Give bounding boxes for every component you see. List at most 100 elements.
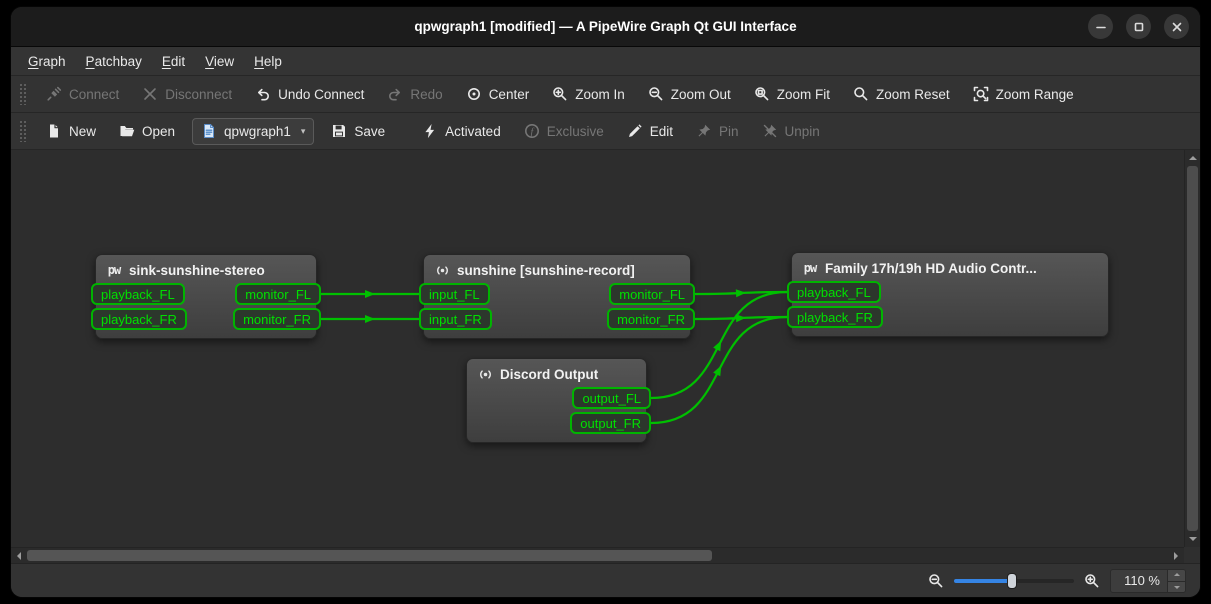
wire[interactable] xyxy=(695,317,787,319)
scroll-down-button[interactable] xyxy=(1185,531,1200,547)
port-monitor_FL[interactable]: monitor_FL xyxy=(609,283,695,305)
node-sunshine[interactable]: sunshine [sunshine-record]input_FLmonito… xyxy=(423,254,691,339)
toolbar-drag-handle[interactable] xyxy=(19,83,27,105)
combo-profile[interactable]: qpwgraph1▾ xyxy=(192,118,314,145)
zoom-fit-icon xyxy=(754,86,770,102)
port-output_FL[interactable]: output_FL xyxy=(572,387,651,409)
toolbar-button-label: Zoom Range xyxy=(996,87,1074,102)
pin-icon xyxy=(696,123,712,139)
toolbar-button-undo-connect[interactable]: Undo Connect xyxy=(245,80,374,109)
horizontal-scroll-thumb[interactable] xyxy=(27,550,712,561)
toolbar-button-label: Pin xyxy=(719,124,739,139)
open-icon xyxy=(119,123,135,139)
port-playback_FL[interactable]: playback_FL xyxy=(91,283,185,305)
vertical-scroll-thumb[interactable] xyxy=(1187,166,1198,531)
wire-arrow-icon xyxy=(713,366,721,377)
horizontal-scrollbar[interactable] xyxy=(11,547,1184,563)
zoom-in-icon[interactable] xyxy=(1084,573,1100,589)
scrollbar-corner xyxy=(1184,547,1200,563)
toolbar-button-pin[interactable]: Pin xyxy=(686,117,749,146)
zoom-spin-down-button[interactable] xyxy=(1168,581,1185,592)
node-header: pw Family 17h/19h HD Audio Contr... xyxy=(792,258,1108,281)
menu-help[interactable]: Help xyxy=(245,50,291,73)
port-input_FL[interactable]: input_FL xyxy=(419,283,490,305)
scroll-right-button[interactable] xyxy=(1168,548,1184,564)
port-input_FR[interactable]: input_FR xyxy=(419,308,492,330)
port-monitor_FL[interactable]: monitor_FL xyxy=(235,283,321,305)
zoom-slider[interactable] xyxy=(954,573,1074,589)
wire-arrow-icon xyxy=(713,341,721,352)
toolbar-button-center[interactable]: Center xyxy=(456,80,540,109)
port-playback_FR[interactable]: playback_FR xyxy=(91,308,187,330)
zoom-slider-fill xyxy=(954,579,1012,583)
menu-view[interactable]: View xyxy=(196,50,243,73)
menu-patchbay[interactable]: Patchbay xyxy=(77,50,151,73)
port-monitor_FR[interactable]: monitor_FR xyxy=(233,308,321,330)
toolbar-button-zoom-range[interactable]: Zoom Range xyxy=(963,80,1084,109)
scroll-left-button[interactable] xyxy=(11,548,27,564)
toolbar-button-label: Zoom Out xyxy=(671,87,731,102)
scroll-left-icon xyxy=(13,552,21,560)
toolbar-button-label: Disconnect xyxy=(165,87,232,102)
toolbar-button-zoom-reset[interactable]: Zoom Reset xyxy=(843,80,960,109)
vertical-scroll-track[interactable] xyxy=(1185,166,1200,531)
port-playback_FL[interactable]: playback_FL xyxy=(787,281,881,303)
zoom-spinbox[interactable]: 110 % xyxy=(1110,569,1186,593)
graph-canvas[interactable]: pwsink-sunshine-stereoplayback_FLmonitor… xyxy=(11,150,1184,547)
menubar: GraphPatchbayEditViewHelp xyxy=(11,47,1200,76)
node-title: sink-sunshine-stereo xyxy=(129,263,265,278)
toolbar-button-unpin[interactable]: Unpin xyxy=(752,117,830,146)
svg-text:f: f xyxy=(530,126,534,137)
node-title: Family 17h/19h HD Audio Contr... xyxy=(825,261,1037,276)
maximize-button[interactable] xyxy=(1126,14,1151,39)
horizontal-scroll-track[interactable] xyxy=(27,548,1168,563)
toolbar-button-activated[interactable]: Activated xyxy=(412,117,511,146)
toolbar-button-redo[interactable]: Redo xyxy=(377,80,452,109)
center-icon xyxy=(466,86,482,102)
toolbar-button-label: Redo xyxy=(410,87,442,102)
app-window: qpwgraph1 [modified] — A PipeWire Graph … xyxy=(11,7,1200,597)
port-output_FR[interactable]: output_FR xyxy=(570,412,651,434)
scroll-up-icon xyxy=(1189,152,1197,160)
zoom-out-icon[interactable] xyxy=(928,573,944,589)
node-family[interactable]: pwFamily 17h/19h HD Audio Contr...playba… xyxy=(791,252,1109,337)
toolbar-button-save[interactable]: Save xyxy=(321,117,395,146)
toolbar-button-new[interactable]: New xyxy=(36,117,106,146)
menu-edit[interactable]: Edit xyxy=(153,50,194,73)
port-playback_FR[interactable]: playback_FR xyxy=(787,306,883,328)
activated-icon xyxy=(422,123,438,139)
toolbar-button-exclusive[interactable]: fExclusive xyxy=(514,117,614,146)
zoom-reset-icon xyxy=(853,86,869,102)
dropdown-arrow-icon: ▾ xyxy=(301,126,306,137)
maximize-icon xyxy=(1131,19,1147,35)
zoom-slider-handle[interactable] xyxy=(1007,573,1017,589)
toolbar-button-open[interactable]: Open xyxy=(109,117,185,146)
toolbar-button-disconnect[interactable]: Disconnect xyxy=(132,80,242,109)
wire[interactable] xyxy=(695,292,787,294)
toolbar-button-label: Center xyxy=(489,87,530,102)
vertical-scrollbar[interactable] xyxy=(1184,150,1200,547)
node-title: Discord Output xyxy=(500,367,598,382)
minimize-button[interactable] xyxy=(1088,14,1113,39)
scroll-down-icon xyxy=(1189,537,1197,545)
pipewire-icon: pw xyxy=(802,260,818,276)
scroll-right-icon xyxy=(1174,552,1182,560)
port-monitor_FR[interactable]: monitor_FR xyxy=(607,308,695,330)
node-discord[interactable]: Discord Outputoutput_FLoutput_FR xyxy=(466,358,647,443)
toolbar-button-connect[interactable]: Connect xyxy=(36,80,129,109)
toolbar-drag-handle[interactable] xyxy=(19,120,27,142)
scroll-up-button[interactable] xyxy=(1185,150,1200,166)
node-sink[interactable]: pwsink-sunshine-stereoplayback_FLmonitor… xyxy=(95,254,317,339)
toolbar-button-label: Zoom Reset xyxy=(876,87,950,102)
menu-graph[interactable]: Graph xyxy=(19,50,75,73)
toolbar-button-edit[interactable]: Edit xyxy=(617,117,683,146)
close-button[interactable] xyxy=(1164,14,1189,39)
toolbar-button-zoom-fit[interactable]: Zoom Fit xyxy=(744,80,840,109)
toolbar-button-zoom-in[interactable]: Zoom In xyxy=(542,80,635,109)
exclusive-icon: f xyxy=(524,123,540,139)
zoom-spin-up-button[interactable] xyxy=(1168,570,1185,581)
main-area: pwsink-sunshine-stereoplayback_FLmonitor… xyxy=(11,150,1200,563)
zoom-range-icon xyxy=(973,86,989,102)
toolbar-button-zoom-out[interactable]: Zoom Out xyxy=(638,80,741,109)
titlebar[interactable]: qpwgraph1 [modified] — A PipeWire Graph … xyxy=(11,7,1200,47)
